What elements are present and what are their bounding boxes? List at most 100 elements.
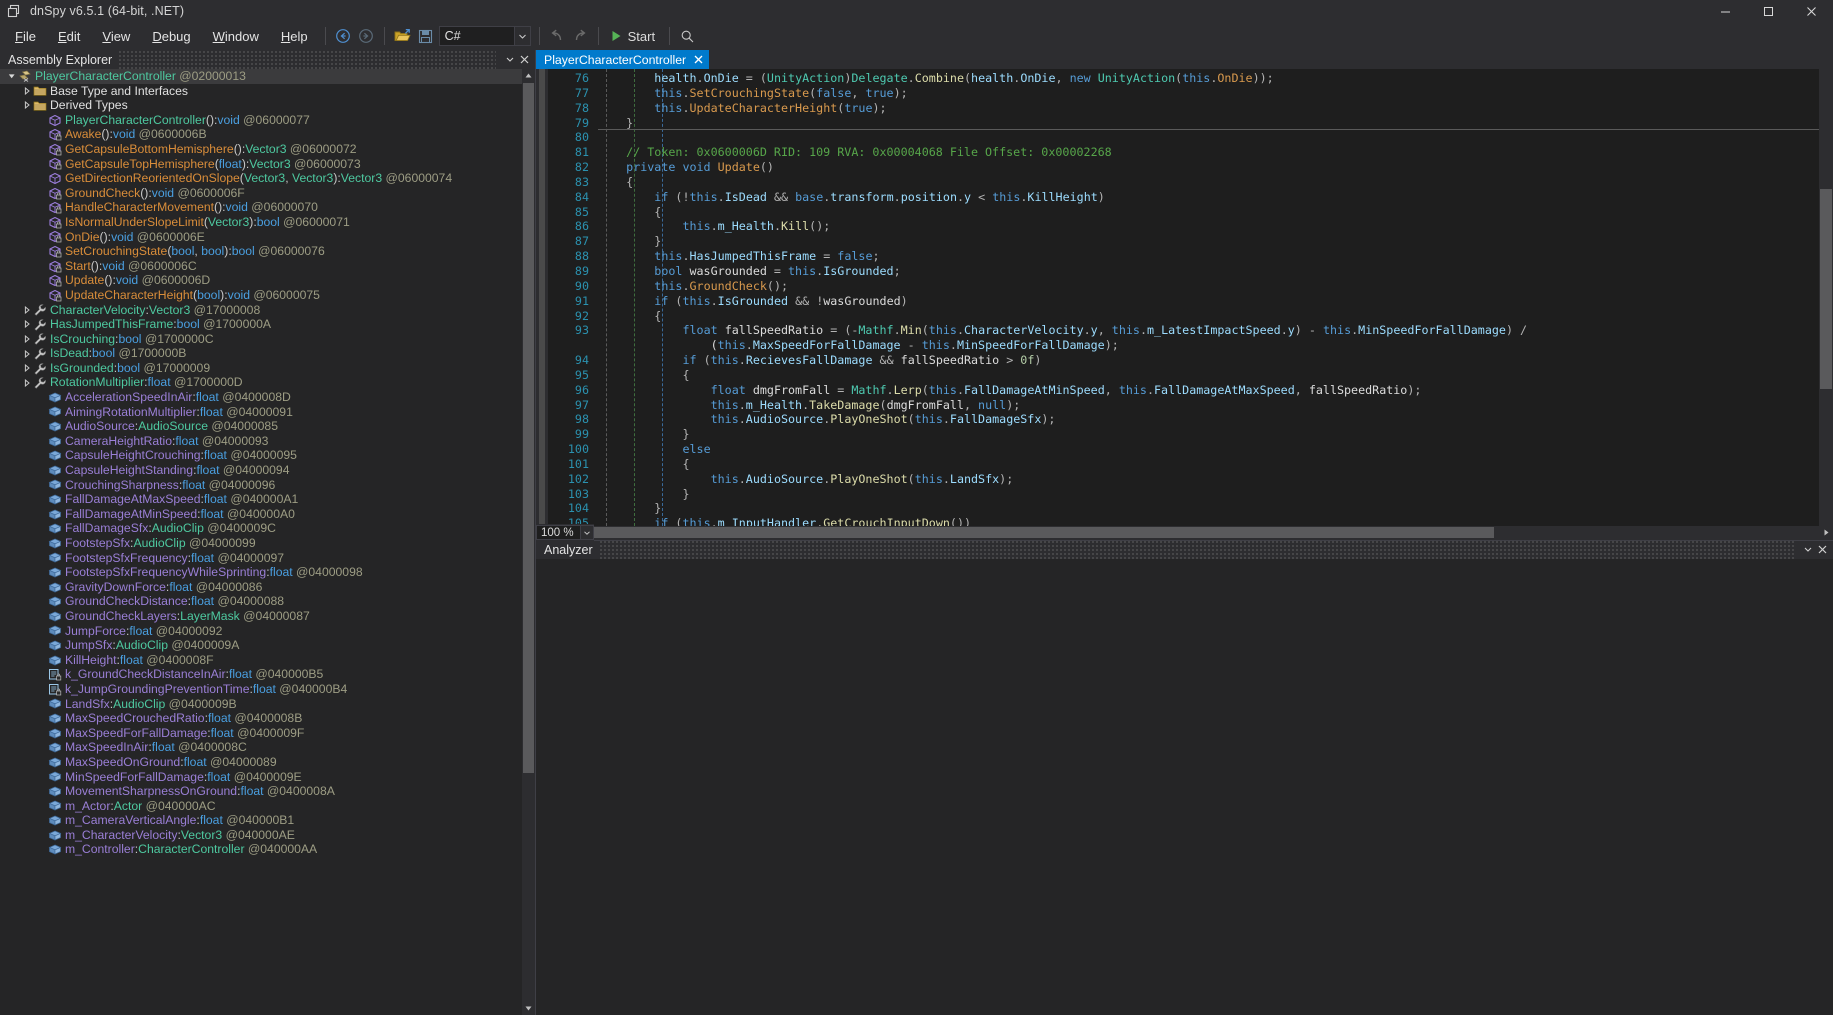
code-line[interactable]: this.UpdateCharacterHeight(true);	[598, 101, 1819, 116]
code-line[interactable]: private void Update()	[598, 160, 1819, 175]
tree-node[interactable]: MaxSpeedOnGround : float @04000089	[0, 755, 522, 770]
undo-icon[interactable]	[546, 25, 569, 47]
scroll-down-icon[interactable]	[522, 1002, 535, 1015]
tree-node[interactable]: MaxSpeedForFallDamage : float @0400009F	[0, 726, 522, 741]
tree-node[interactable]: Derived Types	[0, 98, 522, 113]
menu-edit[interactable]: Edit	[47, 25, 91, 48]
close-icon[interactable]	[517, 51, 532, 68]
code-line[interactable]: }	[598, 487, 1819, 502]
tree-node[interactable]: Base Type and Interfaces	[0, 84, 522, 99]
chevron-down-icon[interactable]	[502, 51, 517, 68]
tree-node[interactable]: GravityDownForce : float @04000086	[0, 580, 522, 595]
tree-node[interactable]: m_Controller : CharacterController @0400…	[0, 842, 522, 857]
expander-right-icon[interactable]	[21, 303, 32, 317]
tree-node[interactable]: CapsuleHeightCrouching : float @04000095	[0, 448, 522, 463]
code-line[interactable]: health.OnDie = (UnityAction)Delegate.Com…	[598, 71, 1819, 86]
tree-node[interactable]: UpdateCharacterHeight (bool) : void @0600…	[0, 288, 522, 303]
tree-node[interactable]: PlayerCharacterController() : void @0600…	[0, 113, 522, 128]
code-line[interactable]: float dmgFromFall = Mathf.Lerp(this.Fall…	[598, 383, 1819, 398]
close-icon[interactable]	[1815, 541, 1830, 558]
expander-right-icon[interactable]	[21, 376, 32, 390]
tree-node[interactable]: MaxSpeedCrouchedRatio : float @0400008B	[0, 711, 522, 726]
tree-node[interactable]: GetCapsuleBottomHemisphere() : Vector3 @…	[0, 142, 522, 157]
tree-node[interactable]: k_JumpGroundingPreventionTime : float @0…	[0, 682, 522, 697]
code-line[interactable]: else	[598, 442, 1819, 457]
code-editor[interactable]: 76 77 78 79 80 81 82 83 84 85 86 87 88 89 90 91 92 93 94 95…	[536, 69, 1833, 526]
save-icon[interactable]	[414, 25, 437, 47]
tree-node[interactable]: m_Actor : Actor @040000AC	[0, 799, 522, 814]
code-line[interactable]: {	[598, 457, 1819, 472]
chevron-down-icon[interactable]	[580, 526, 593, 539]
expander-right-icon[interactable]	[21, 332, 32, 346]
code-line[interactable]: float fallSpeedRatio = (-Mathf.Min(this.…	[598, 323, 1819, 338]
tree-node[interactable]: KillHeight : float @0400008F	[0, 653, 522, 668]
tree-node[interactable]: GetDirectionReorientedOnSlope (Vector3, V…	[0, 171, 522, 186]
tree-node[interactable]: Awake() : void @0600006B	[0, 127, 522, 142]
tree-node[interactable]: GroundCheckLayers : LayerMask @04000087	[0, 609, 522, 624]
code-line[interactable]: }	[598, 234, 1819, 249]
expander-down-icon[interactable]	[6, 69, 17, 83]
code-line[interactable]: if (this.RecievesFallDamage && fallSpeed…	[598, 353, 1819, 368]
start-button[interactable]: Start	[605, 27, 663, 46]
editor-vertical-scrollbar[interactable]	[1819, 69, 1833, 526]
tree-scrollbar[interactable]	[522, 69, 535, 1015]
tree-node[interactable]: CapsuleHeightStanding : float @04000094	[0, 463, 522, 478]
code-line[interactable]: }	[598, 501, 1819, 516]
code-line[interactable]: {	[598, 205, 1819, 220]
tree-node[interactable]: IsCrouching : bool @1700000C	[0, 332, 522, 347]
navigate-back-icon[interactable]	[332, 25, 355, 47]
analyzer-body[interactable]	[536, 558, 1833, 1015]
tree-node[interactable]: RotationMultiplier : float @1700000D	[0, 375, 522, 390]
tab-playercharactercontroller[interactable]: PlayerCharacterController	[536, 50, 710, 69]
code-line[interactable]: bool wasGrounded = this.IsGrounded;	[598, 264, 1819, 279]
code-line[interactable]: this.AudioSource.PlayOneShot(this.LandSf…	[598, 472, 1819, 487]
expander-right-icon[interactable]	[21, 361, 32, 375]
tree-node[interactable]: MinSpeedForFallDamage : float @0400009E	[0, 770, 522, 785]
language-combo[interactable]: C#	[438, 26, 531, 46]
tree-node[interactable]: AccelerationSpeedInAir : float @0400008D	[0, 390, 522, 405]
tree-node[interactable]: Update() : void @0600006D	[0, 273, 522, 288]
tree-node[interactable]: FootstepSfx : AudioClip @04000099	[0, 536, 522, 551]
zoom-control[interactable]: 100 %	[536, 524, 594, 541]
chevron-down-icon[interactable]	[1800, 541, 1815, 558]
editor-hscroll-thumb[interactable]	[594, 526, 1494, 538]
tree-node[interactable]: k_GroundCheckDistanceInAir : float @0400…	[0, 667, 522, 682]
code-line[interactable]: this.m_Health.TakeDamage(dmgFromFall, nu…	[598, 398, 1819, 413]
code-line[interactable]: {	[598, 368, 1819, 383]
menu-help[interactable]: Help	[270, 25, 319, 48]
tree-node[interactable]: HandleCharacterMovement() : void @060000…	[0, 200, 522, 215]
editor-scroll-thumb[interactable]	[1820, 189, 1832, 389]
expander-right-icon[interactable]	[21, 84, 32, 98]
redo-icon[interactable]	[569, 25, 592, 47]
tree-node[interactable]: GroundCheckDistance : float @04000088	[0, 594, 522, 609]
code-line[interactable]: this.AudioSource.PlayOneShot(this.FallDa…	[598, 412, 1819, 427]
tree-node[interactable]: IsNormalUnderSlopeLimit (Vector3) : bool …	[0, 215, 522, 230]
tree-node[interactable]: CharacterVelocity : Vector3 @17000008	[0, 303, 522, 318]
scroll-up-icon[interactable]	[522, 69, 535, 82]
tree-node[interactable]: FootstepSfxFrequency : float @04000097	[0, 551, 522, 566]
tree-node[interactable]: GroundCheck() : void @0600006F	[0, 186, 522, 201]
tree-node[interactable]: m_CameraVerticalAngle : float @040000B1	[0, 813, 522, 828]
menu-window[interactable]: Window	[202, 25, 270, 48]
expander-right-icon[interactable]	[21, 347, 32, 361]
tree-node[interactable]: FallDamageAtMinSpeed : float @040000A0	[0, 507, 522, 522]
assembly-tree[interactable]: PlayerCharacterController @02000013 Base …	[0, 69, 522, 1015]
expander-right-icon[interactable]	[21, 317, 32, 331]
code-text[interactable]: health.OnDie = (UnityAction)Delegate.Com…	[598, 69, 1819, 526]
code-line[interactable]: {	[598, 309, 1819, 324]
maximize-button[interactable]	[1747, 0, 1790, 22]
drag-handle[interactable]	[118, 50, 496, 69]
tree-node[interactable]: CrouchingSharpness : float @04000096	[0, 478, 522, 493]
code-line[interactable]: }	[598, 427, 1819, 442]
code-line[interactable]: // Token: 0x0600006D RID: 109 RVA: 0x000…	[598, 145, 1819, 160]
menu-file[interactable]: File	[4, 25, 47, 48]
chevron-down-icon[interactable]	[513, 27, 530, 45]
code-line[interactable]: {	[598, 175, 1819, 190]
code-line[interactable]: if (this.m_InputHandler.GetCrouchInputDo…	[598, 516, 1819, 525]
tree-node[interactable]: LandSfx : AudioClip @0400009B	[0, 697, 522, 712]
tree-node[interactable]: FallDamageSfx : AudioClip @0400009C	[0, 521, 522, 536]
tree-node[interactable]: AimingRotationMultiplier : float @040000…	[0, 405, 522, 420]
analyzer-drag-handle[interactable]	[598, 540, 1794, 559]
tree-node[interactable]: OnDie() : void @0600006E	[0, 230, 522, 245]
tree-node[interactable]: IsGrounded : bool @17000009	[0, 361, 522, 376]
